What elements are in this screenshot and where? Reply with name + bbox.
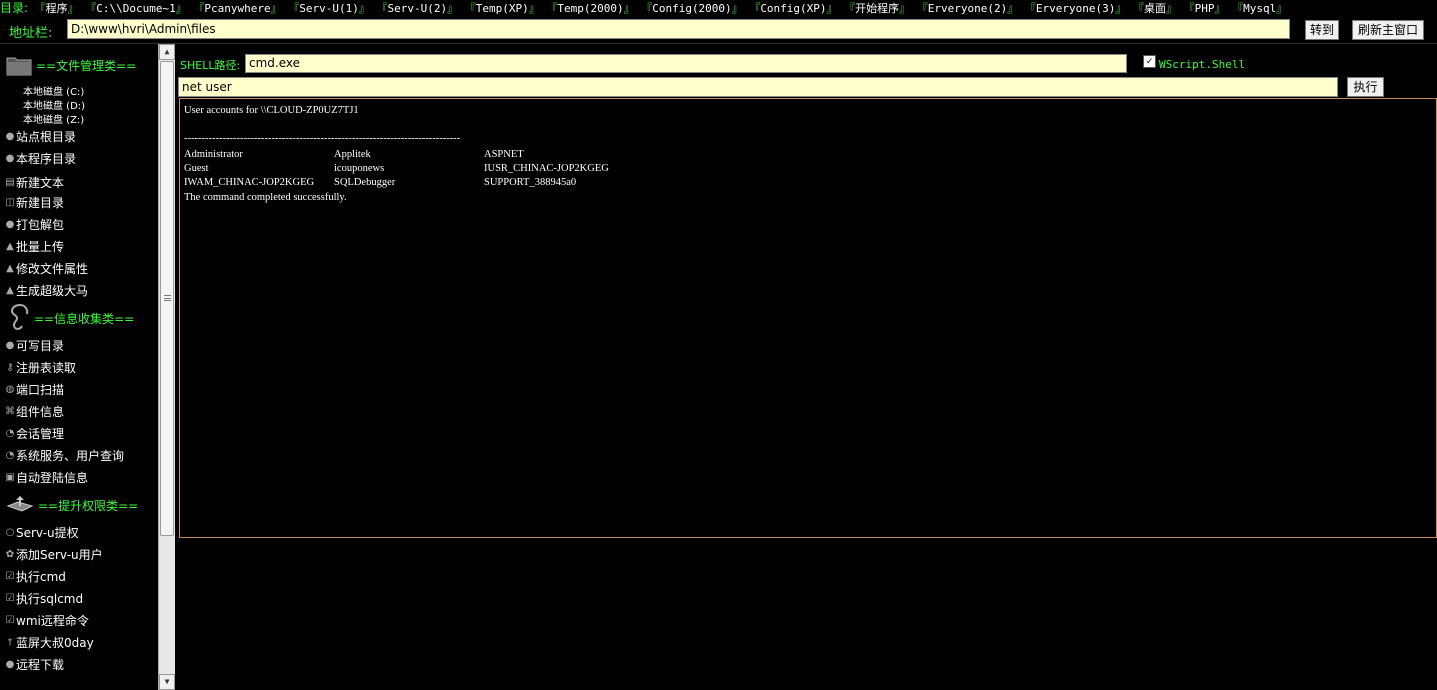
- sidebar: ==文件管理类== 本地磁盘 (C:) 本地磁盘 (D:) 本地磁盘 (Z:) …: [0, 44, 158, 690]
- bookmark-pcanywhere[interactable]: 『Pcanywhere』: [193, 2, 281, 15]
- account-row: Guest icouponews IUSR_CHINAC-JOP2KGEG: [184, 163, 609, 174]
- account-row: Administrator Applitek ASPNET: [184, 149, 524, 160]
- globe-icon: ◍: [5, 384, 15, 395]
- bookmark-servu-2[interactable]: 『Serv-U(2)』: [377, 2, 459, 15]
- grip-icon: [164, 295, 171, 301]
- bookmark-everyone-3[interactable]: 『Erveryone(3)』: [1025, 2, 1126, 15]
- scrollbar-thumb[interactable]: [160, 61, 174, 536]
- sidebar-item-bluescreen-0day[interactable]: † 蓝屏大叔0day: [5, 634, 94, 651]
- open-folder-icon: ◫: [5, 197, 15, 208]
- up-arrow-icon: ▲: [6, 241, 14, 252]
- bookmark-php[interactable]: 『PHP』: [1184, 2, 1226, 15]
- bookmark-start-programs[interactable]: 『开始程序』: [844, 2, 910, 15]
- refresh-main-window-button[interactable]: 刷新主窗口: [1352, 20, 1424, 40]
- sidebar-item-generate-shell[interactable]: ▲ 生成超级大马: [5, 282, 88, 299]
- document-icon: ▤: [5, 177, 15, 188]
- circle-icon: ○: [5, 527, 15, 538]
- sidebar-item-remote-download[interactable]: ● 远程下载: [5, 656, 64, 673]
- bookmark-bar-label: 目录:: [0, 1, 29, 15]
- sidebar-item-wmi-remote[interactable]: ☑ wmi远程命令: [5, 612, 89, 629]
- bookmark-desktop[interactable]: 『桌面』: [1133, 2, 1177, 15]
- window-icon: ▣: [5, 472, 15, 483]
- sidebar-item-service-user-query[interactable]: ◔ 系统服务、用户查询: [5, 447, 124, 464]
- sidebar-item-exec-cmd[interactable]: ☑ 执行cmd: [5, 568, 66, 585]
- sidebar-item-site-root[interactable]: ● 站点根目录: [5, 128, 76, 145]
- cmd-panel: SHELL路径: cmd.exe ✓ WScript.Shell net use…: [176, 44, 1437, 690]
- up-arrow-icon: ▲: [6, 285, 14, 296]
- output-separator: ----------------------------------------…: [184, 133, 461, 144]
- sidebar-item-batch-upload[interactable]: ▲ 批量上传: [5, 238, 64, 255]
- privilege-heading: ==提升权限类==: [38, 498, 139, 513]
- bookmark-temp-xp[interactable]: 『Temp(XP)』: [465, 2, 540, 15]
- ear-icon: [10, 304, 29, 330]
- sidebar-item-port-scan[interactable]: ◍ 端口扫描: [5, 381, 64, 398]
- sidebar-item-session-mgmt[interactable]: ◔ 会话管理: [5, 425, 64, 442]
- bookmark-program[interactable]: 『程序』: [35, 2, 79, 15]
- shell-path-input[interactable]: cmd.exe: [245, 54, 1127, 73]
- info-collection-heading: ==信息收集类==: [34, 311, 135, 326]
- sidebar-item-component-info[interactable]: ⌘ 组件信息: [5, 403, 64, 420]
- bookmark-documents[interactable]: 『C:\\Docume~1』: [85, 2, 186, 15]
- sidebar-item-servu-escalate[interactable]: ○ Serv-u提权: [5, 524, 79, 541]
- drive-c-link[interactable]: 本地磁盘 (C:): [23, 83, 84, 98]
- command-output[interactable]: User accounts for \\CLOUD-ZP0UZ7TJ1 ----…: [179, 98, 1437, 538]
- wscript-label: WScript.Shell: [1159, 58, 1246, 71]
- bookmark-bar: 目录: 『程序』 『C:\\Docume~1』 『Pcanywhere』 『Se…: [0, 0, 1437, 16]
- file-management-section: ==文件管理类==: [6, 54, 136, 76]
- scroll-down-arrow-icon[interactable]: ▼: [159, 674, 175, 690]
- bookmark-mysql[interactable]: 『Mysql』: [1232, 2, 1287, 15]
- bullet-icon: ●: [5, 153, 15, 164]
- bookmark-temp-2000[interactable]: 『Temp(2000)』: [546, 2, 634, 15]
- info-collection-section: ==信息收集类==: [6, 304, 134, 332]
- sidebar-item-file-attributes[interactable]: ▲ 修改文件属性: [5, 260, 88, 277]
- address-input[interactable]: D:\www\hvri\Admin\files: [67, 19, 1290, 39]
- sidebar-item-registry-read[interactable]: ⚷ 注册表读取: [5, 359, 76, 376]
- checkbox-icon: ☑: [5, 593, 15, 604]
- privilege-section: ==提升权限类==: [6, 494, 138, 516]
- chat-icon: ◔: [5, 450, 15, 461]
- bullet-icon: ●: [5, 340, 15, 351]
- gear-icon: ✿: [5, 549, 15, 560]
- sidebar-item-program-dir[interactable]: ● 本程序目录: [5, 150, 76, 167]
- sidebar-scrollbar[interactable]: ▲ ▼: [158, 44, 175, 690]
- output-header: User accounts for \\CLOUD-ZP0UZ7TJ1: [184, 105, 359, 116]
- folder-icon: [6, 57, 32, 76]
- execute-button[interactable]: 执行: [1347, 77, 1384, 97]
- sidebar-item-autologin-info[interactable]: ▣ 自动登陆信息: [5, 469, 88, 486]
- command-icon: ⌘: [5, 406, 15, 417]
- drive-d-link[interactable]: 本地磁盘 (D:): [23, 97, 85, 112]
- sidebar-item-exec-sqlcmd[interactable]: ☑ 执行sqlcmd: [5, 590, 84, 607]
- sidebar-item-new-text[interactable]: ▤ 新建文本: [5, 174, 64, 191]
- sidebar-item-pack-unpack[interactable]: ● 打包解包: [5, 216, 64, 233]
- account-row: IWAM_CHINAC-JOP2KGEG SQLDebugger SUPPORT…: [184, 177, 577, 188]
- bookmark-config-xp[interactable]: 『Config(XP)』: [749, 2, 837, 15]
- go-button[interactable]: 转到: [1305, 20, 1339, 40]
- sidebar-item-add-servu-user[interactable]: ✿ 添加Serv-u用户: [5, 546, 103, 563]
- sidebar-item-new-folder[interactable]: ◫ 新建目录: [5, 194, 64, 211]
- scroll-up-arrow-icon[interactable]: ▲: [159, 44, 175, 60]
- address-bar: 地址栏: D:\www\hvri\Admin\files 转到 刷新主窗口: [0, 17, 1437, 43]
- bullet-icon: ●: [5, 659, 15, 670]
- key-icon: ⚷: [6, 362, 14, 373]
- address-label: 地址栏:: [9, 26, 53, 41]
- output-footer: The command completed successfully.: [184, 192, 347, 203]
- wscript-checkbox[interactable]: ✓: [1143, 55, 1156, 68]
- upload-tray-icon: [6, 496, 34, 512]
- chat-icon: ◔: [5, 428, 15, 439]
- bullet-icon: ●: [5, 219, 15, 230]
- file-management-heading: ==文件管理类==: [36, 58, 137, 73]
- bookmark-config-2000[interactable]: 『Config(2000)』: [641, 2, 742, 15]
- up-arrow-icon: ▲: [6, 263, 14, 274]
- shell-path-label: SHELL路径:: [180, 59, 241, 72]
- bookmark-everyone-2[interactable]: 『Erveryone(2)』: [917, 2, 1018, 15]
- sidebar-item-writable-dirs[interactable]: ● 可写目录: [5, 337, 64, 354]
- command-input[interactable]: net user: [178, 77, 1338, 97]
- bookmark-servu-1[interactable]: 『Serv-U(1)』: [288, 2, 370, 15]
- checkbox-icon: ☑: [5, 615, 15, 626]
- checkbox-icon: ☑: [5, 571, 15, 582]
- dagger-icon: †: [7, 637, 13, 648]
- drive-z-link[interactable]: 本地磁盘 (Z:): [23, 111, 84, 126]
- bullet-icon: ●: [5, 131, 15, 142]
